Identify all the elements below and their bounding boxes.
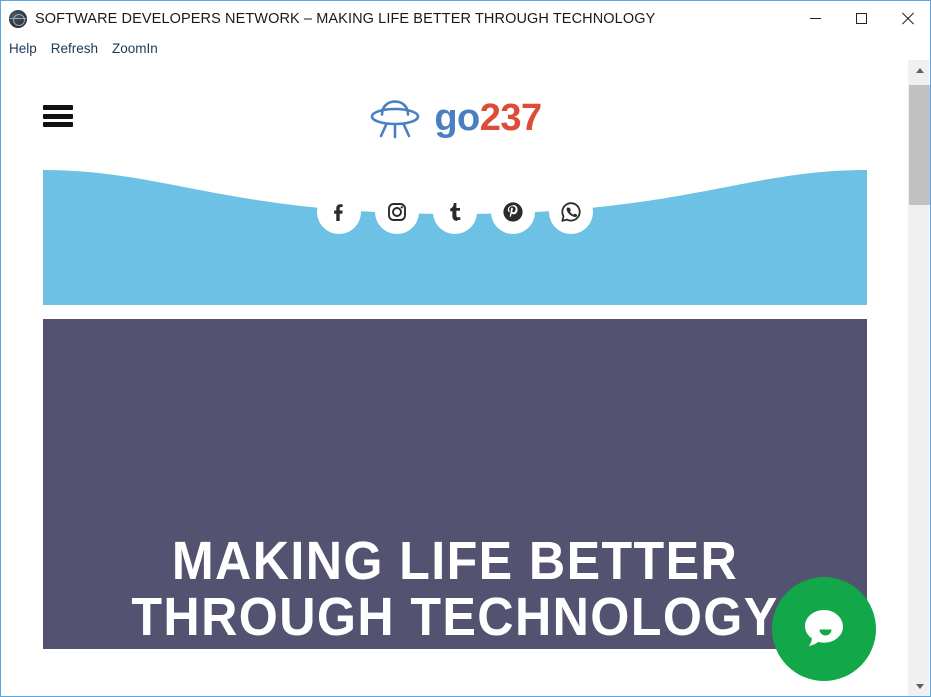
site-logo[interactable]: go237	[1, 96, 909, 140]
chat-bubble-icon	[805, 610, 843, 646]
minimize-button[interactable]	[792, 1, 838, 36]
chevron-down-icon	[915, 684, 924, 689]
app-logo-icon	[9, 9, 27, 28]
pinterest-icon	[503, 202, 523, 222]
maximize-icon	[855, 13, 867, 24]
brand-wordmark: go237	[434, 97, 542, 139]
window-controls	[792, 1, 930, 36]
browser-window: SOFTWARE DEVELOPERS NETWORK – MAKING LIF…	[0, 0, 931, 697]
hero-section: MAKING LIFE BETTER THROUGH TECHNOLOGY	[43, 319, 867, 649]
social-links	[43, 190, 867, 234]
social-link-tumblr[interactable]	[433, 190, 477, 234]
whatsapp-icon	[561, 202, 581, 222]
minimize-icon	[809, 18, 821, 19]
social-link-instagram[interactable]	[375, 190, 419, 234]
social-band	[43, 170, 867, 305]
hero-heading: MAKING LIFE BETTER THROUGH TECHNOLOGY	[131, 531, 779, 647]
scroll-up-button[interactable]	[909, 60, 930, 81]
brand-go: go	[434, 97, 480, 139]
scrollbar-thumb[interactable]	[909, 85, 930, 205]
site-header: go237	[1, 60, 909, 170]
ufo-icon	[371, 100, 420, 139]
social-link-facebook[interactable]	[317, 190, 361, 234]
instagram-icon	[388, 203, 406, 221]
vertical-scrollbar[interactable]	[908, 60, 930, 696]
page-viewport: go237 MAKING LIFE BETTER THROUGH TECHNOL…	[1, 60, 909, 696]
close-button[interactable]	[884, 1, 930, 36]
maximize-button[interactable]	[838, 1, 884, 36]
chat-widget-button[interactable]	[772, 577, 876, 681]
menu-item-refresh[interactable]: Refresh	[51, 41, 98, 56]
menu-item-zoomin[interactable]: ZoomIn	[112, 41, 158, 56]
brand-237: 237	[479, 97, 542, 139]
tumblr-icon	[450, 203, 461, 221]
social-link-pinterest[interactable]	[491, 190, 535, 234]
menu-bar: Help Refresh ZoomIn	[1, 36, 930, 60]
chevron-up-icon	[915, 68, 924, 73]
facebook-icon	[334, 204, 343, 221]
scroll-down-button[interactable]	[909, 676, 930, 696]
social-link-whatsapp[interactable]	[549, 190, 593, 234]
window-title: SOFTWARE DEVELOPERS NETWORK – MAKING LIF…	[35, 10, 656, 27]
menu-item-help[interactable]: Help	[9, 41, 37, 56]
title-bar: SOFTWARE DEVELOPERS NETWORK – MAKING LIF…	[1, 1, 930, 36]
close-icon	[901, 12, 914, 25]
